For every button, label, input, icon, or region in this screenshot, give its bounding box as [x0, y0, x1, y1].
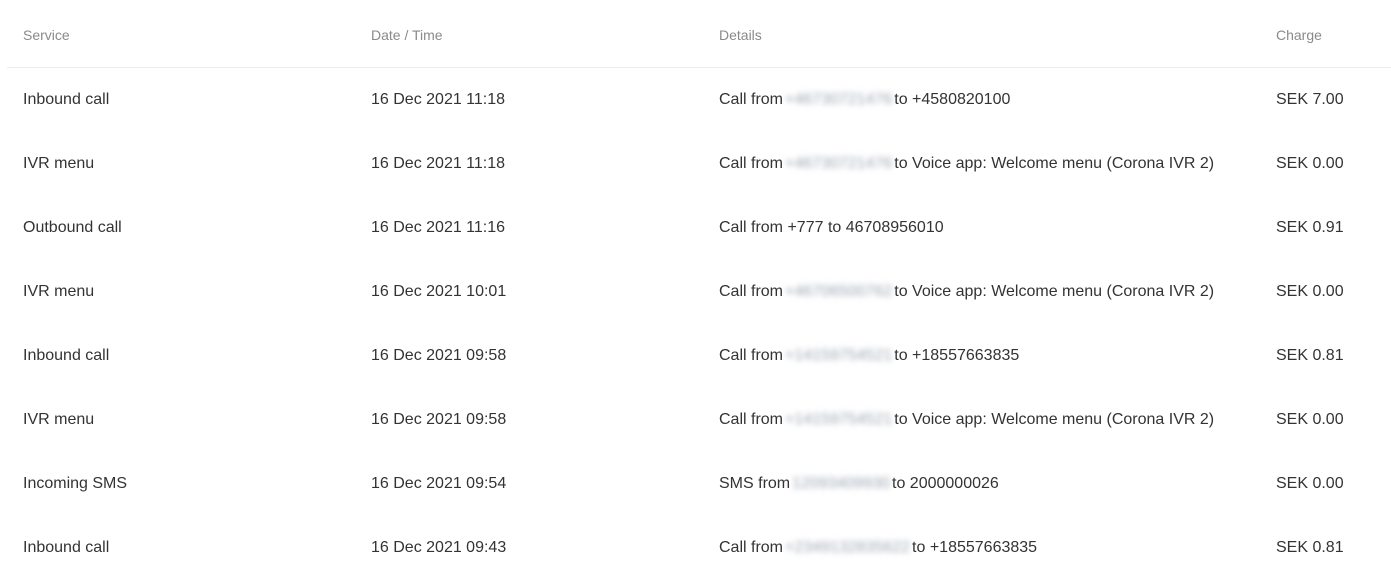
date-time-cell: 16 Dec 2021 10:01 [371, 283, 507, 300]
date-time-cell: 16 Dec 2021 11:18 [371, 91, 506, 108]
charge-cell: SEK 0.81 [1276, 539, 1344, 556]
date-time-cell: 16 Dec 2021 09:58 [371, 347, 507, 364]
service-cell: Outbound call [23, 219, 122, 236]
date-time-cell: 16 Dec 2021 11:18 [371, 155, 506, 172]
service-cell: IVR menu [23, 155, 95, 172]
details-suffix: to Voice app: Welcome menu (Corona IVR 2… [894, 155, 1215, 172]
redacted-phone-number: +46706500762 [785, 283, 893, 300]
redacted-phone-number: +46730721476 [785, 91, 893, 108]
details-cell: Call from +46706500762 to Voice app: Welco… [719, 283, 1214, 301]
details-cell: Call from +14159754521 to +18557663835 [719, 347, 1019, 365]
redacted-phone-number: 12093409930 [792, 475, 891, 492]
charge-cell: SEK 0.00 [1276, 283, 1344, 300]
date-time-cell: 16 Dec 2021 11:16 [371, 219, 506, 236]
service-cell: IVR menu [23, 283, 95, 300]
details-cell: SMS from 12093409930 to 2000000026 [719, 475, 999, 493]
details-cell: Call from +777 to 46708956010 [719, 219, 944, 237]
table-row[interactable]: Inbound call 16 Dec 2021 09:43 Call from +2… [0, 516, 1391, 580]
header-date-time[interactable]: Date / Time [371, 27, 443, 43]
header-details[interactable]: Details [719, 27, 762, 43]
details-suffix: to 2000000026 [892, 475, 999, 492]
service-cell: IVR menu [23, 411, 95, 428]
header-charge[interactable]: Charge [1276, 27, 1322, 43]
charge-cell: SEK 7.00 [1276, 91, 1344, 108]
table-row[interactable]: Inbound call 16 Dec 2021 09:58 Call from +1… [0, 324, 1391, 388]
charge-cell: SEK 0.00 [1276, 475, 1344, 492]
table-header: Service Date / Time Details Charge [7, 0, 1391, 68]
details-prefix: Call from [719, 411, 784, 428]
details-prefix: Call from [719, 91, 784, 108]
table-row[interactable]: IVR menu 16 Dec 2021 10:01 Call from +46706… [0, 260, 1391, 324]
service-cell: Incoming SMS [23, 475, 128, 492]
redacted-phone-number: +46730721476 [785, 155, 893, 172]
table-body: Inbound call 16 Dec 2021 11:18 Call from +4… [0, 68, 1391, 580]
details-prefix: Call from [719, 347, 784, 364]
header-service[interactable]: Service [23, 27, 70, 43]
charge-cell: SEK 0.00 [1276, 411, 1344, 428]
details-cell: Call from +46730721476 to Voice app: Welco… [719, 155, 1214, 173]
details-cell: Call from +46730721476 to +4580820100 [719, 91, 1010, 109]
table-row[interactable]: Outbound call 16 Dec 2021 11:16 Call from … [0, 196, 1391, 260]
table-row[interactable]: IVR menu 16 Dec 2021 09:58 Call from +14159… [0, 388, 1391, 452]
table-row[interactable]: Inbound call 16 Dec 2021 11:18 Call from +4… [0, 68, 1391, 132]
details-prefix: SMS from [719, 475, 791, 492]
details-suffix: to +18557663835 [894, 347, 1020, 364]
charge-cell: SEK 0.81 [1276, 347, 1344, 364]
details-cell: Call from +2349132835622 to +18557663835 [719, 539, 1037, 557]
details-prefix: Call from [719, 155, 784, 172]
details-suffix: to +4580820100 [894, 91, 1011, 108]
charge-cell: SEK 0.91 [1276, 219, 1344, 236]
table-row[interactable]: Incoming SMS 16 Dec 2021 09:54 SMS from 120… [0, 452, 1391, 516]
details-cell: Call from +14159754521 to Voice app: Welco… [719, 411, 1214, 429]
redacted-phone-number: +14159754521 [785, 347, 893, 364]
service-cell: Inbound call [23, 91, 110, 108]
redacted-phone-number: +14159754521 [785, 411, 893, 428]
date-time-cell: 16 Dec 2021 09:43 [371, 539, 507, 556]
table-row[interactable]: IVR menu 16 Dec 2021 11:18 Call from +46730… [0, 132, 1391, 196]
redacted-phone-number: +2349132835622 [785, 539, 911, 556]
date-time-cell: 16 Dec 2021 09:58 [371, 411, 507, 428]
charge-cell: SEK 0.00 [1276, 155, 1344, 172]
service-cell: Inbound call [23, 539, 110, 556]
date-time-cell: 16 Dec 2021 09:54 [371, 475, 507, 492]
details-suffix: to +18557663835 [912, 539, 1038, 556]
details-prefix: Call from [719, 283, 784, 300]
details-suffix: to Voice app: Welcome menu (Corona IVR 2… [894, 283, 1215, 300]
details-prefix: Call from +777 to 46708956010 [719, 219, 944, 236]
usage-table: Service Date / Time Details Charge Inbou… [0, 0, 1391, 580]
service-cell: Inbound call [23, 347, 110, 364]
details-prefix: Call from [719, 539, 784, 556]
details-suffix: to Voice app: Welcome menu (Corona IVR 2… [894, 411, 1215, 428]
